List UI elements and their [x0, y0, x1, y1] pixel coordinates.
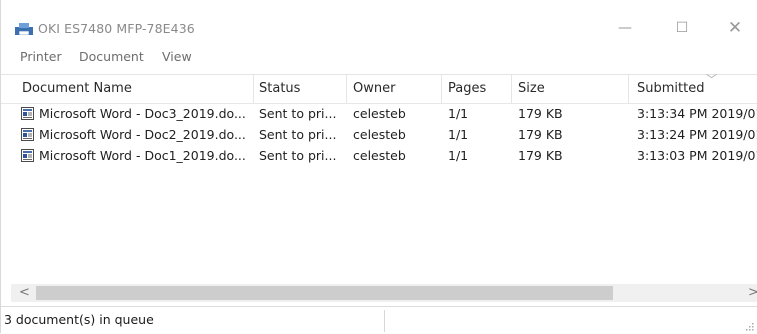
document-name: Microsoft Word - Doc3_2019.do... [39, 106, 246, 121]
document-name: Microsoft Word - Doc2_2019.do... [39, 127, 246, 142]
minimize-button[interactable]: — [612, 20, 638, 36]
table-row[interactable]: Microsoft Word - Doc2_2019.do... Sent to… [1, 124, 757, 145]
document-submitted: 3:13:03 PM 2019/01 [637, 148, 757, 163]
word-document-icon [21, 128, 34, 141]
document-size: 179 KB [518, 148, 563, 163]
sort-chevron-icon: ﹀ [706, 73, 717, 86]
document-pages: 1/1 [448, 148, 469, 163]
column-status[interactable]: Status [259, 81, 300, 96]
printer-icon [15, 23, 33, 35]
column-divider[interactable] [253, 75, 254, 103]
column-divider[interactable] [511, 75, 512, 103]
close-button[interactable]: ✕ [722, 20, 748, 37]
document-owner: celesteb [353, 106, 406, 121]
document-name: Microsoft Word - Doc1_2019.do... [39, 148, 246, 163]
column-header: Document Name Status Owner Pages Size Su… [1, 73, 757, 104]
word-document-icon [21, 107, 34, 120]
table-row[interactable]: Microsoft Word - Doc3_2019.do... Sent to… [1, 103, 757, 124]
column-pages[interactable]: Pages [448, 81, 486, 96]
document-owner: celesteb [353, 127, 406, 142]
scroll-right-button[interactable]: > [748, 284, 757, 302]
print-queue-window: OKI ES7480 MFP-78E436 — ☐ ✕ Printer Docu… [0, 0, 757, 334]
column-divider[interactable] [346, 75, 347, 103]
document-size: 179 KB [518, 127, 563, 142]
document-status: Sent to pri... [259, 106, 337, 121]
table-row[interactable]: Microsoft Word - Doc1_2019.do... Sent to… [1, 145, 757, 166]
document-owner: celesteb [353, 148, 406, 163]
column-size[interactable]: Size [518, 81, 545, 96]
window-title: OKI ES7480 MFP-78E436 [38, 21, 195, 36]
maximize-button[interactable]: ☐ [669, 20, 695, 36]
document-status: Sent to pri... [259, 148, 337, 163]
document-status: Sent to pri... [259, 127, 337, 142]
title-bar[interactable]: OKI ES7480 MFP-78E436 — ☐ ✕ [1, 0, 757, 40]
column-submitted[interactable]: Submitted [637, 81, 704, 96]
document-pages: 1/1 [448, 106, 469, 121]
horizontal-scrollbar[interactable]: < > [11, 284, 757, 302]
word-document-icon [21, 149, 34, 162]
menu-document[interactable]: Document [79, 49, 144, 64]
scroll-thumb[interactable] [36, 286, 613, 300]
document-size: 179 KB [518, 106, 563, 121]
column-divider[interactable] [441, 75, 442, 103]
document-submitted: 3:13:34 PM 2019/01 [637, 106, 757, 121]
column-divider[interactable] [628, 75, 629, 103]
menu-printer[interactable]: Printer [20, 49, 62, 64]
document-pages: 1/1 [448, 127, 469, 142]
menu-view[interactable]: View [162, 49, 192, 64]
status-divider [384, 310, 385, 332]
document-list: Microsoft Word - Doc3_2019.do... Sent to… [1, 103, 757, 279]
document-submitted: 3:13:24 PM 2019/01 [637, 127, 757, 142]
column-document-name[interactable]: Document Name [22, 81, 132, 96]
column-owner[interactable]: Owner [353, 81, 395, 96]
scroll-left-button[interactable]: < [19, 284, 30, 302]
status-bar: 3 document(s) in queue [1, 306, 757, 334]
queue-count-text: 3 document(s) in queue [4, 312, 154, 327]
resize-grip-icon[interactable] [744, 321, 754, 331]
